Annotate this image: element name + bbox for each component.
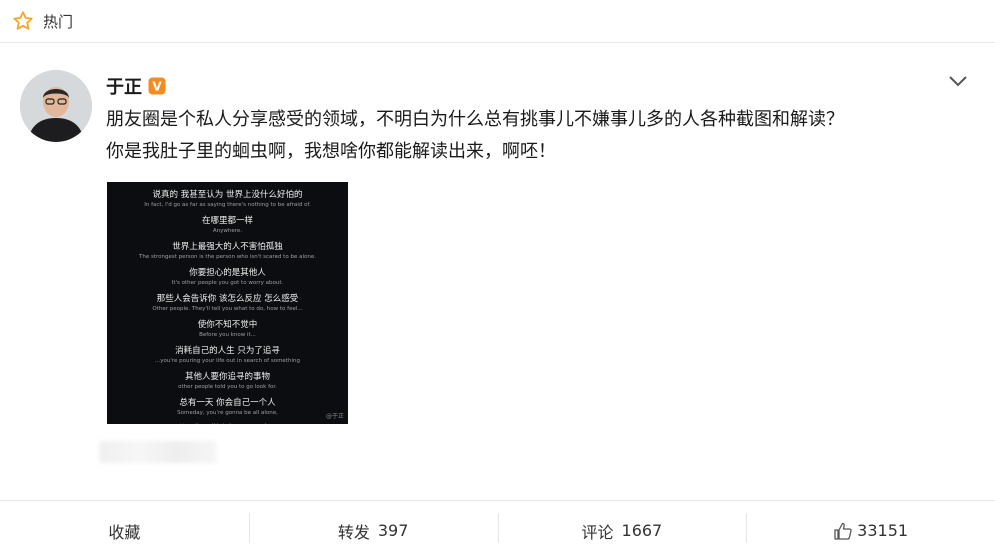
- image-line-en: Other people. They'll tell you what to d…: [152, 306, 303, 312]
- verified-badge-icon: V: [148, 77, 166, 95]
- repost-label: 转发: [337, 522, 370, 542]
- image-watermark: @于正: [325, 413, 344, 420]
- image-line-zh: 消耗自己的人生 只为了追寻: [175, 346, 280, 356]
- image-line-en: It's other people you got to worry about…: [171, 280, 284, 286]
- post-text: 朋友圈是个私人分享感受的领域，不明白为什么总有挑事儿不嫌事儿多的人各种截图和解读…: [106, 104, 966, 168]
- image-line-zh: 世界上最强大的人不害怕孤独: [172, 242, 283, 252]
- chevron-down-icon[interactable]: [948, 74, 968, 88]
- comment-button[interactable]: 评论 1667: [497, 501, 747, 560]
- star-outline-icon: [13, 11, 33, 30]
- repost-button[interactable]: 转发 397: [248, 501, 498, 560]
- post-paragraph: 朋友圈是个私人分享感受的领域，不明白为什么总有挑事儿不嫌事儿多的人各种截图和解读…: [106, 109, 844, 130]
- avatar[interactable]: [20, 70, 92, 142]
- hot-tab-label[interactable]: 热门: [43, 11, 73, 32]
- image-line-zh: 在哪里都一样: [201, 216, 253, 226]
- repost-count: 397: [377, 521, 409, 540]
- image-line-en: The strongest person is the person who i…: [139, 254, 316, 260]
- favorite-button[interactable]: 收藏: [0, 501, 249, 560]
- author-row: 于正 V: [106, 73, 166, 99]
- image-line-en: other people told you to go look for.: [178, 384, 277, 390]
- image-line-en: Before you know it...: [199, 332, 256, 338]
- image-line-zh: 你要担心的是其他人: [189, 268, 266, 278]
- like-count: 33151: [857, 521, 909, 540]
- image-line-en: Anywhere.: [212, 228, 243, 234]
- comment-label: 评论: [581, 522, 614, 542]
- image-line-zh: 使你不知不觉中: [197, 320, 258, 330]
- post-image[interactable]: 说真的 我甚至认为 世界上没什么好怕的 In fact, I'd go as fa…: [107, 182, 348, 424]
- image-line-zh: 那些人会告诉你 该怎么反应 怎么感受: [156, 294, 299, 304]
- thumbs-up-icon: [834, 522, 852, 540]
- image-line-zh: 说真的 我甚至认为 世界上没什么好怕的: [152, 190, 303, 200]
- avatar-image: [20, 70, 92, 142]
- image-line-en: Someday, you're gonna be all alone,: [177, 410, 278, 416]
- image-line-zh: 所以你要学会怎么照顾自己: [107, 422, 348, 424]
- image-line-zh: 其他人要你追寻的事物: [184, 372, 270, 382]
- favorite-label: 收藏: [108, 522, 141, 542]
- image-line-zh: 总有一天 你会自己一个人: [179, 398, 276, 408]
- top-bar: 热门: [0, 0, 995, 43]
- svg-text:V: V: [152, 80, 162, 94]
- blurred-content: [99, 441, 217, 463]
- image-line-en: In fact, I'd go as far as saying there's…: [144, 202, 311, 208]
- post-paragraph: 你是我肚子里的蛔虫啊，我想啥你都能解读出来，啊呸！: [106, 141, 556, 162]
- action-bar: 收藏 转发 397 评论 1667 33151: [0, 500, 995, 560]
- image-line-en: ...you're pouring your life out in searc…: [155, 358, 300, 364]
- like-button[interactable]: 33151: [746, 501, 995, 560]
- author-name[interactable]: 于正: [106, 73, 142, 99]
- comment-count: 1667: [621, 521, 663, 540]
- image-text-lines: 说真的 我甚至认为 世界上没什么好怕的 In fact, I'd go as fa…: [107, 188, 348, 424]
